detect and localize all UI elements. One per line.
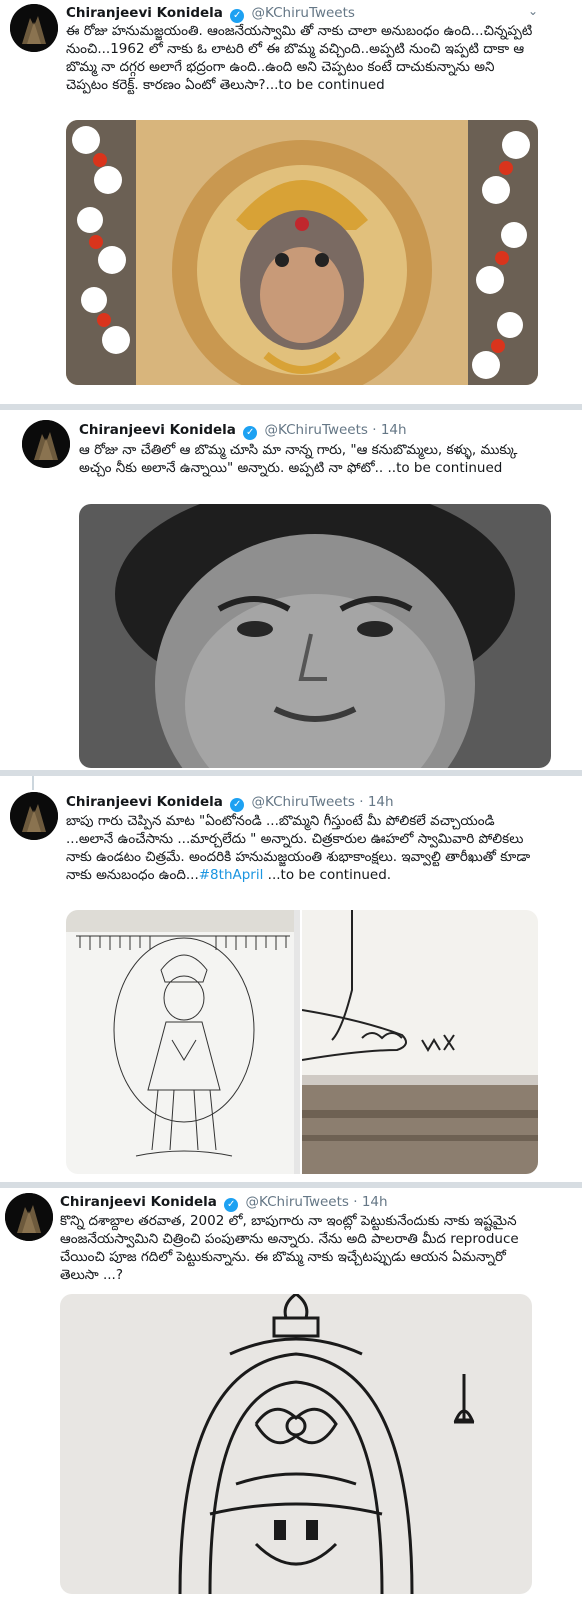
marble-crown-closeup[interactable]: [60, 1294, 532, 1594]
avatar[interactable]: [5, 1193, 53, 1241]
signature-detail-image: [302, 910, 538, 1174]
author-handle[interactable]: @KChiruTweets: [251, 5, 354, 21]
tweet-2[interactable]: Chiranjeevi Konidela ✓ @KChiruTweets · 1…: [0, 410, 582, 770]
tweet-text-end: ...to be continued.: [263, 867, 392, 883]
childhood-portrait-photo[interactable]: [79, 504, 551, 768]
tweet-header: Chiranjeevi Konidela ✓ @KChiruTweets · 1…: [60, 1194, 388, 1212]
tweet-4[interactable]: Chiranjeevi Konidela ✓ @KChiruTweets · 1…: [0, 1188, 582, 1600]
verified-badge-icon: ✓: [243, 426, 258, 440]
verified-badge-icon: ✓: [230, 798, 245, 812]
verified-badge-icon: ✓: [230, 9, 245, 23]
avatar[interactable]: [10, 792, 58, 840]
author-name[interactable]: Chiranjeevi Konidela: [66, 794, 223, 810]
crown-drawing-image: [60, 1294, 532, 1594]
tweet-header: Chiranjeevi Konidela ✓ @KChiruTweets: [66, 5, 355, 23]
tweet-header: Chiranjeevi Konidela ✓ @KChiruTweets · 1…: [66, 794, 394, 812]
tweet-text: కొన్ని దశాబ్దాల తరవాత, 2002 లో, బాపుగారు…: [60, 1213, 519, 1283]
tweet-text: ఆ రోజు నా చేతిలో ఆ బొమ్మ చూసి మా నాన్న గ…: [79, 442, 518, 476]
author-name[interactable]: Chiranjeevi Konidela: [66, 5, 223, 21]
tweet-timestamp[interactable]: 14h: [362, 1194, 388, 1210]
drawing-signature-detail[interactable]: [302, 910, 538, 1174]
author-handle[interactable]: @KChiruTweets: [251, 794, 354, 810]
avatar[interactable]: [22, 420, 70, 468]
tweet-timestamp[interactable]: 14h: [381, 422, 407, 438]
portrait-image: [79, 504, 551, 768]
avatar-image: [10, 792, 58, 840]
tweet-timestamp[interactable]: 14h: [368, 794, 394, 810]
hanuman-painting-photo[interactable]: [66, 120, 538, 385]
author-handle[interactable]: @KChiruTweets: [264, 422, 367, 438]
line-drawing-image: [66, 910, 300, 1174]
hanuman-painting-image: [66, 120, 538, 385]
verified-badge-icon: ✓: [224, 1198, 239, 1212]
author-name[interactable]: Chiranjeevi Konidela: [60, 1194, 217, 1210]
tweet-header: Chiranjeevi Konidela ✓ @KChiruTweets · 1…: [79, 422, 407, 440]
avatar-image: [22, 420, 70, 468]
author-handle[interactable]: @KChiruTweets: [245, 1194, 348, 1210]
avatar-image: [10, 4, 58, 52]
hashtag-link[interactable]: #8thApril: [199, 867, 264, 883]
hanuman-line-drawing[interactable]: [66, 910, 300, 1174]
chevron-down-icon[interactable]: ⌄: [528, 4, 538, 18]
tweet-1[interactable]: Chiranjeevi Konidela ✓ @KChiruTweets ⌄ ఈ…: [0, 0, 582, 404]
tweet-text: బాపు గారు చెప్పిన మాట "ఏంటోనండి ...బొమ్మ…: [66, 812, 536, 884]
tweet-text: ఈ రోజు హనుమజ్జయంతి. ఆంజనేయస్వామి తో నాకు…: [66, 23, 533, 93]
avatar-image: [5, 1193, 53, 1241]
tweet-3[interactable]: Chiranjeevi Konidela ✓ @KChiruTweets · 1…: [0, 776, 582, 1182]
avatar[interactable]: [10, 4, 58, 52]
author-name[interactable]: Chiranjeevi Konidela: [79, 422, 236, 438]
thread-line: [32, 776, 34, 790]
